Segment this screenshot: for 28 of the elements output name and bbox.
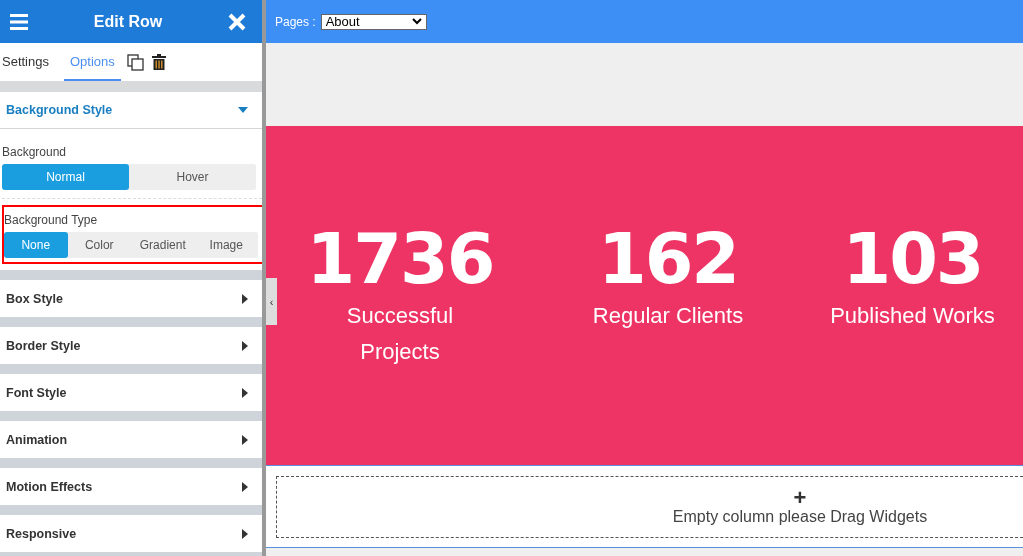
stat-label: Successful Projects	[345, 302, 455, 366]
chevron-down-icon	[411, 18, 422, 25]
caret-down-icon	[238, 107, 248, 113]
stat-number: 1736	[306, 220, 494, 298]
field-label: Background Type	[4, 213, 99, 227]
field-label: Background	[2, 145, 68, 159]
caret-right-icon	[242, 481, 248, 492]
caret-right-icon	[242, 528, 248, 539]
caret-right-icon	[242, 387, 248, 398]
stat-label: Published Works	[830, 302, 995, 330]
empty-column[interactable]: + Empty column please Drag Widgets	[276, 476, 1023, 538]
panel-tab[interactable]: Settings	[0, 43, 58, 81]
trash-icon[interactable]	[151, 54, 166, 70]
panel-title: Edit Row	[93, 12, 163, 31]
caret-right-icon	[242, 340, 248, 351]
menu-icon[interactable]	[10, 13, 28, 30]
close-icon[interactable]	[228, 12, 246, 31]
stat-number: 162	[597, 220, 739, 298]
caret-right-icon	[242, 293, 248, 304]
pages-label: Pages :	[275, 14, 316, 29]
stat-number: 103	[842, 220, 983, 298]
duplicate-icon[interactable]	[126, 53, 144, 71]
empty-column-text: Empty column please Drag Widgets	[672, 508, 928, 526]
caret-right-icon	[242, 434, 248, 445]
page-select[interactable]: About	[320, 13, 427, 30]
collapse-handle[interactable]: ‹	[266, 278, 277, 325]
add-icon[interactable]: +	[793, 488, 807, 508]
stat-label: Regular Clients	[592, 302, 744, 330]
